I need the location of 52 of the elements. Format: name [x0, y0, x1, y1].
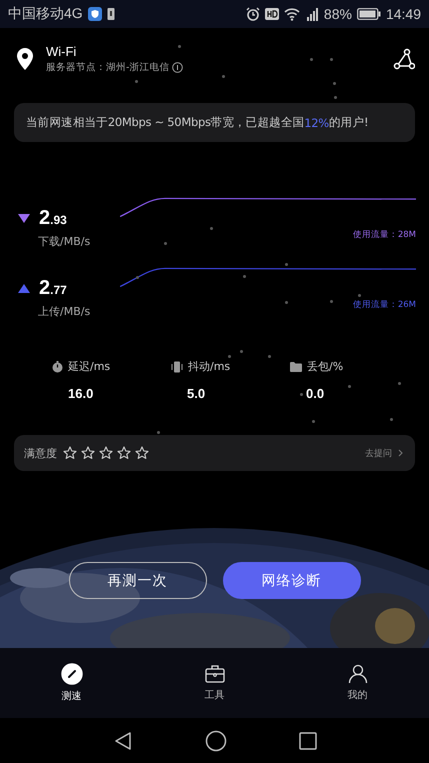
person-icon [348, 664, 368, 684]
star-icon[interactable] [63, 446, 77, 460]
recents-icon[interactable] [298, 732, 316, 750]
tab-item[interactable]: 测速 [42, 663, 102, 703]
metric-value: 0.0 [305, 386, 326, 401]
vibration-icon [171, 360, 183, 372]
retest-button[interactable]: 再测一次 [68, 562, 206, 599]
speed-value: 2.93 [39, 207, 67, 230]
stopwatch-icon [52, 360, 63, 372]
folder-icon [290, 362, 302, 372]
metric-value: 5.0 [186, 386, 206, 401]
location-pin-icon [16, 48, 34, 70]
speed-unit-label: 下载/MB/s [37, 234, 92, 249]
toolbox-icon [204, 664, 224, 684]
star-icon[interactable] [117, 446, 131, 460]
tab-item[interactable]: 我的 [328, 664, 388, 702]
ask-link[interactable]: 去提问 [365, 446, 392, 460]
alarm-icon [246, 7, 260, 21]
metric-label: 延迟/ms [68, 359, 110, 374]
metric-label: 丢包/% [307, 359, 344, 374]
carrier-name: 中国移动4G [8, 5, 83, 23]
metric-label: 抖动/ms [188, 359, 230, 374]
metric-value: 16.0 [67, 386, 94, 401]
sim-icon [106, 7, 115, 21]
diagnose-button[interactable]: 网络诊断 [222, 562, 360, 599]
hd-icon [264, 8, 279, 20]
speed-summary: 当前网速相当于20Mbps ~ 50Mbps带宽，已超越全国 12%的用户! [14, 103, 415, 142]
speed-unit-label: 上传/MB/s [37, 304, 92, 319]
network-name: Wi-Fi [46, 44, 78, 59]
clock-time: 14:49 [386, 6, 421, 22]
shield-icon [88, 7, 102, 21]
back-icon[interactable] [112, 730, 132, 750]
battery-percent: 88% [324, 6, 352, 22]
star-icon[interactable] [99, 446, 113, 460]
share-icon[interactable] [393, 48, 415, 70]
tab-item[interactable]: 工具 [184, 664, 244, 702]
wifi-icon [284, 8, 300, 20]
data-usage: 使用流量：26M [352, 299, 416, 311]
star-icon[interactable] [81, 446, 95, 460]
signal-icon [304, 7, 319, 21]
home-icon[interactable] [204, 730, 226, 752]
server-label: 服务器节点：湖州-浙江电信 [46, 61, 170, 74]
down-triangle-icon [18, 214, 30, 223]
battery-icon [356, 8, 381, 20]
rating-label: 满意度 [24, 446, 57, 460]
speedometer-icon [60, 663, 82, 685]
chevron-right-icon [398, 449, 403, 457]
speed-value: 2.77 [39, 277, 67, 300]
info-icon[interactable] [172, 62, 184, 73]
data-usage: 使用流量：28M [352, 229, 416, 241]
star-icon[interactable] [135, 446, 149, 460]
up-triangle-icon [18, 284, 30, 293]
